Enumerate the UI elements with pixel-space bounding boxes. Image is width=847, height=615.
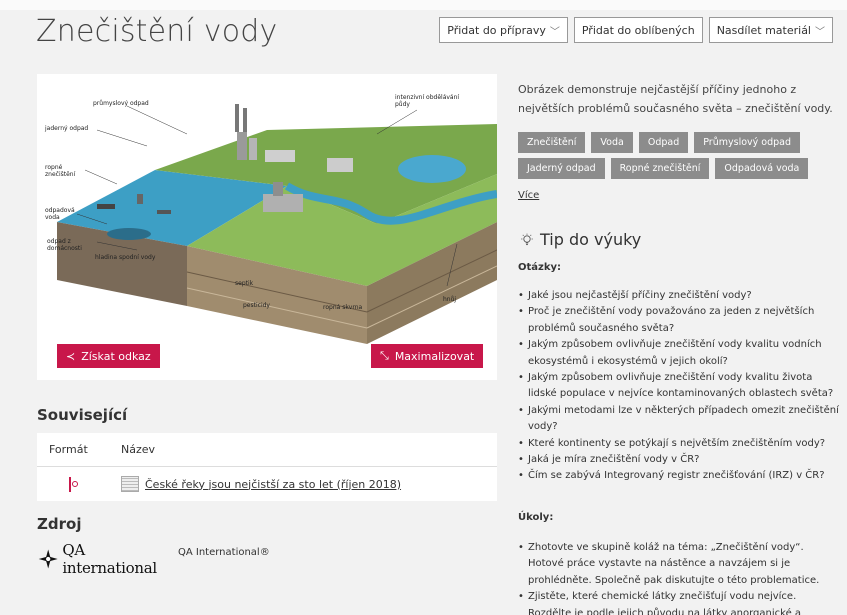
tag-item[interactable]: Odpad <box>638 132 689 153</box>
label-manure: hnůj <box>443 296 457 303</box>
tag-item[interactable]: Jaderný odpad <box>518 158 605 179</box>
top-strip <box>0 0 847 10</box>
column-name: Název <box>121 443 156 456</box>
label-nuclear-waste: jaderný odpad <box>45 125 89 132</box>
label-pesticides: pesticidy <box>243 302 270 309</box>
source-heading: Zdroj <box>37 515 82 533</box>
illustration-panel[interactable]: průmyslový odpad jaderný odpad ropné zne… <box>37 74 497 380</box>
share-icon: ≺ <box>66 349 76 363</box>
tasks-label: Úkoly: <box>518 512 554 523</box>
related-heading: Související <box>37 406 128 424</box>
action-bar: Přidat do přípravy ﹀ Přidat do oblíbenýc… <box>439 17 833 43</box>
related-item-link[interactable]: České řeky jsou nejčistší za sto let (ří… <box>145 478 401 491</box>
tag-item[interactable]: Znečištění <box>518 132 586 153</box>
label-septic: septik <box>235 280 254 287</box>
lightbulb-icon <box>521 233 533 245</box>
expand-icon: ⤡ <box>380 349 389 362</box>
get-link-button[interactable]: ≺ Získat odkaz <box>57 344 160 368</box>
list-item: Čím se zabývá Integrovaný registr znečiš… <box>518 468 840 485</box>
questions-list: Jaké jsou nejčastější příčiny znečištění… <box>518 288 840 485</box>
questions-label: Otázky: <box>518 262 562 273</box>
maximize-button[interactable]: ⤡ Maximalizovat <box>371 344 484 368</box>
label-waste-water: odpadová voda <box>45 207 75 221</box>
share-button[interactable]: Nasdílet materiál ﹀ <box>708 17 833 43</box>
list-item: Jaké jsou nejčastější příčiny znečištění… <box>518 288 840 305</box>
logo-text: QA international <box>62 541 157 577</box>
tasks-list: Zhotovte ve skupině koláž na téma: „Zneč… <box>518 540 840 615</box>
tag-item[interactable]: Odpadová voda <box>715 158 809 179</box>
column-format: Formát <box>49 443 88 456</box>
table-header: Formát Název <box>37 433 497 467</box>
list-item: Jakým způsobem ovlivňuje znečištění vody… <box>518 337 840 370</box>
list-item: Které kontinenty se potýkají s největším… <box>518 436 840 453</box>
list-item: Zhotovte ve skupině koláž na téma: „Zneč… <box>518 540 840 589</box>
tip-heading-label: Tip do výuky <box>540 230 642 249</box>
water-pollution-diagram <box>57 104 497 344</box>
compass-icon <box>38 549 58 569</box>
add-to-prep-button[interactable]: Přidat do přípravy ﹀ <box>439 17 568 43</box>
tag-item[interactable]: Voda <box>591 132 633 153</box>
table-row[interactable]: České řeky jsou nejčistší za sto let (ří… <box>37 467 497 501</box>
more-tags-link[interactable]: Více <box>518 190 539 201</box>
share-label: Nasdílet materiál <box>716 23 811 37</box>
qa-international-logo: QA international <box>37 541 167 577</box>
label-household-waste: odpad z domácnosti <box>47 238 82 252</box>
list-item: Jakým způsobem ovlivňuje znečištění vody… <box>518 370 840 403</box>
label-groundwater: hladina spodní vody <box>95 254 156 261</box>
pdf-icon <box>69 476 71 492</box>
list-item: Proč je znečištění vody považováno za je… <box>518 304 840 337</box>
list-item: Zjistěte, které chemické látky znečišťuj… <box>518 589 840 615</box>
list-item: Jaká je míra znečištění vody v ČR? <box>518 452 840 469</box>
thumbnail-icon <box>121 476 139 492</box>
tag-list: Znečištění Voda Odpad Průmyslový odpad J… <box>518 132 838 179</box>
maximize-label: Maximalizovat <box>394 349 475 363</box>
chevron-down-icon: ﹀ <box>815 26 825 38</box>
list-item: Jakými metodami lze v některých případec… <box>518 403 840 436</box>
source-name: QA International® <box>178 547 270 558</box>
tag-item[interactable]: Ropné znečištění <box>610 158 710 179</box>
add-to-prep-label: Přidat do přípravy <box>447 23 546 37</box>
get-link-label: Získat odkaz <box>81 349 151 363</box>
label-industrial-waste: průmyslový odpad <box>93 100 149 107</box>
label-oil-pollution: ropné znečištění <box>45 164 76 178</box>
page-title: Znečištění vody <box>36 14 278 49</box>
chevron-down-icon: ﹀ <box>549 26 560 38</box>
label-intensive-farming: intenzivní obdělávání půdy <box>395 94 460 108</box>
add-to-favorites-button[interactable]: Přidat do oblíbených <box>573 17 703 43</box>
label-oil-slick: ropná skvrna <box>323 304 363 311</box>
add-to-favorites-label: Přidat do oblíbených <box>581 23 695 37</box>
tip-heading: Tip do výuky <box>520 230 641 249</box>
tag-item[interactable]: Průmyslový odpad <box>694 132 801 153</box>
description-text: Obrázek demonstruje nejčastější příčiny … <box>518 83 833 115</box>
related-table: Formát Název České řeky jsou nejčistší z… <box>37 433 497 501</box>
